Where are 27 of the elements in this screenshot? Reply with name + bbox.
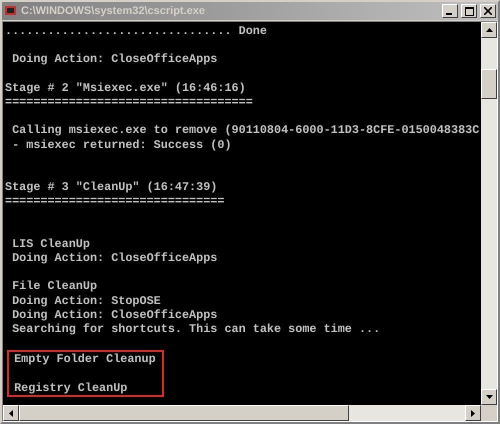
console-line: - msiexec returned: Success (0) <box>11 138 233 152</box>
console-line: LIS CleanUp <box>11 236 91 251</box>
maximize-icon <box>464 6 474 16</box>
console-icon <box>4 4 18 18</box>
maximize-button[interactable] <box>461 4 477 18</box>
minimize-button[interactable] <box>442 4 458 18</box>
console-line: Stage # 2 "Msiexec.exe" (16:46:16) <box>5 80 247 95</box>
console-line: ................................ Done <box>5 24 268 38</box>
console-line: Empty Folder Cleanup <box>13 352 157 366</box>
horizontal-scrollbar[interactable] <box>3 405 481 421</box>
console-line: Doing Action: CloseOfficeApps <box>11 52 218 67</box>
close-icon <box>484 7 492 15</box>
console-line: Registry CleanUp <box>13 380 128 395</box>
console-line: Doing Action: CloseOfficeApps <box>11 251 218 266</box>
console-line: File CleanUp <box>11 279 98 294</box>
console-line: =================================== <box>5 94 254 110</box>
console-line: Searching for shortcuts. This can take some time ... <box>11 322 382 336</box>
window-title: C:\WINDOWS\system32\cscript.exe <box>21 5 206 17</box>
console-line: =============================== <box>5 194 226 208</box>
vertical-scrollbar[interactable] <box>481 22 497 405</box>
console-line: Stage # 3 "CleanUp" (16:47:39) <box>5 180 218 194</box>
console-line: Doing Action: CloseOfficeApps <box>11 308 218 322</box>
scroll-thumb[interactable] <box>19 405 349 421</box>
scroll-thumb[interactable] <box>481 69 497 99</box>
console-line: Doing Action: StopOSE <box>11 294 162 308</box>
console-line: Calling msiexec.exe to remove (90110804-6000-11D3-8CFE-0150048383C <box>11 123 480 138</box>
close-button[interactable] <box>480 4 496 18</box>
